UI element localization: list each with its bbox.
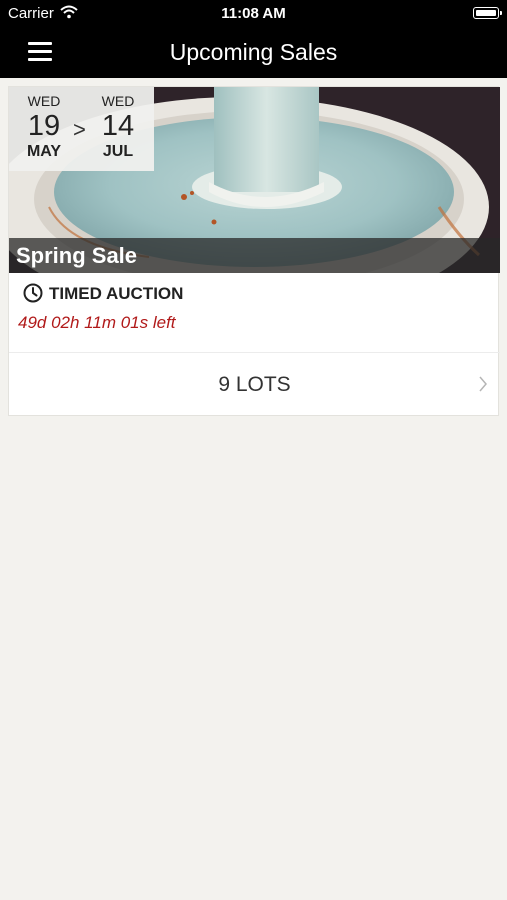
start-month: MAY bbox=[26, 143, 62, 160]
start-day: 19 bbox=[27, 110, 61, 142]
sale-title: Spring Sale bbox=[9, 238, 500, 273]
lots-button[interactable]: 9 LOTS bbox=[9, 353, 500, 417]
start-date: WED 19 MAY bbox=[19, 93, 69, 161]
sale-dates: WED 19 MAY > WED 14 JUL bbox=[9, 87, 154, 171]
battery-icon bbox=[473, 7, 502, 19]
clock-icon bbox=[23, 283, 43, 308]
auction-type: TIMED AUCTION bbox=[23, 283, 184, 304]
sale-card[interactable]: WED 19 MAY > WED 14 JUL Spring Sale TIME… bbox=[8, 86, 500, 417]
sale-image[interactable]: WED 19 MAY > WED 14 JUL Spring Sale bbox=[9, 87, 500, 273]
page-title: Upcoming Sales bbox=[169, 39, 338, 65]
start-dow: WED bbox=[27, 93, 61, 109]
nav-bar: Upcoming Sales bbox=[0, 28, 507, 78]
chevron-right-icon bbox=[478, 375, 488, 398]
status-time: 11:08 AM bbox=[221, 5, 286, 22]
end-dow: WED bbox=[101, 93, 135, 109]
end-day: 14 bbox=[101, 110, 135, 142]
auction-type-label: TIMED AUCTION bbox=[49, 284, 184, 303]
date-separator: > bbox=[73, 117, 86, 142]
end-month: JUL bbox=[102, 143, 134, 160]
end-date: WED 14 JUL bbox=[93, 93, 143, 161]
countdown-timer: 49d 02h 11m 01s left bbox=[18, 313, 176, 332]
status-bar: Carrier 11:08 AM bbox=[0, 0, 507, 28]
lots-label: 9 LOTS bbox=[218, 373, 291, 396]
